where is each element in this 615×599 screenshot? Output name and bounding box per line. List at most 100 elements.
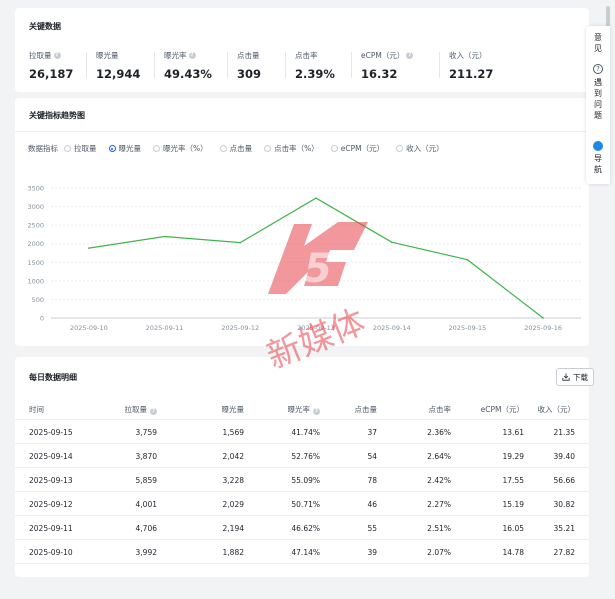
table-cell: 52.76% xyxy=(291,452,320,461)
x-tick-label: 2025-09-11 xyxy=(146,324,184,332)
column-header: 曝光率? xyxy=(287,404,320,415)
table-cell: 27.82 xyxy=(554,548,575,557)
data-point[interactable] xyxy=(315,197,317,199)
table-cell: 2025-09-15 xyxy=(29,428,73,437)
table-cell: 17.55 xyxy=(503,476,524,485)
key-metrics-title: 关键数据 xyxy=(29,22,61,31)
column-header-label: 曝光率 xyxy=(287,405,311,414)
table-cell: 13.61 xyxy=(503,428,524,437)
row-divider xyxy=(15,443,589,444)
table-cell: 39 xyxy=(367,548,377,557)
metric-value: 12,944 xyxy=(96,67,141,81)
cell-value: 2025-09-10 xyxy=(29,548,73,557)
y-tick-label: 2500 xyxy=(27,222,44,230)
column-header: 点击率 xyxy=(429,404,452,415)
help-icon[interactable]: ? xyxy=(313,408,320,415)
metric-value: 26,187 xyxy=(29,67,74,81)
cell-value: 47.14% xyxy=(291,548,320,557)
download-button[interactable]: 下载 xyxy=(556,368,594,386)
download-label: 下载 xyxy=(573,372,588,382)
table-cell: 30.82 xyxy=(554,500,575,509)
metric-label-text: 点击量 xyxy=(237,51,260,60)
column-header: 收入（元） xyxy=(538,404,576,415)
daily-detail-card: 每日数据明细 下载 时间 拉取量? 曝光量 曝光率? 点击量 点击率 eCPM（元） 收入（元… xyxy=(15,357,594,577)
table-cell: 2025-09-11 xyxy=(29,524,73,533)
table-cell: 2.42% xyxy=(427,476,451,485)
data-point[interactable] xyxy=(163,235,166,238)
data-point[interactable] xyxy=(239,241,242,244)
column-header: 曝光量 xyxy=(222,404,245,415)
cell-value: 55.09% xyxy=(291,476,320,485)
x-tick-label: 2025-09-14 xyxy=(373,324,411,332)
metric-label-text: 收入（元） xyxy=(449,51,487,60)
cell-value: 17.55 xyxy=(502,476,524,485)
cell-value: 2.42% xyxy=(427,476,451,485)
column-header-label: 拉取量 xyxy=(124,405,148,414)
help-icon[interactable]: ? xyxy=(150,408,157,415)
data-point[interactable] xyxy=(390,241,393,243)
table-cell: 56.66 xyxy=(554,476,575,485)
cell-value: 2025-09-15 xyxy=(29,428,73,437)
x-tick-label: 2025-09-16 xyxy=(524,324,562,332)
y-tick-label: 1000 xyxy=(27,277,44,285)
cell-value: 52.76% xyxy=(291,452,320,461)
table-cell: 78 xyxy=(367,476,377,485)
cell-value: 3,870 xyxy=(135,452,157,461)
metric-label-text: 曝光量 xyxy=(96,51,119,60)
table-cell: 55.09% xyxy=(291,476,320,485)
metric-label: 收入（元） xyxy=(449,50,493,61)
metric-separator xyxy=(439,52,440,78)
help-icon[interactable]: ? xyxy=(406,52,414,59)
floating-help-panel: 意见 ? 遇到问题 导航 xyxy=(586,26,610,184)
table-cell: 41.74% xyxy=(291,428,320,437)
table-cell: 3,870 xyxy=(136,452,157,461)
column-header-label: 点击率 xyxy=(428,405,452,414)
cell-value: 41.74% xyxy=(291,428,320,437)
metric-label: eCPM（元）? xyxy=(361,50,414,61)
data-point[interactable] xyxy=(542,317,544,319)
metric-4: 点击率 2.39% xyxy=(295,50,335,81)
help-link[interactable]: 遇到问题 xyxy=(594,77,603,121)
y-tick-label: 2000 xyxy=(27,240,44,248)
table-cell: 35.21 xyxy=(554,524,575,533)
column-header: eCPM（元） xyxy=(481,404,524,415)
table-cell: 37 xyxy=(367,428,377,437)
cell-value: 2,029 xyxy=(222,500,244,509)
metric-label-text: 点击率 xyxy=(295,51,318,60)
data-point[interactable] xyxy=(466,258,469,261)
table-cell: 50.71% xyxy=(291,500,320,509)
table-cell: 2025-09-13 xyxy=(29,476,73,485)
table-cell: 2,042 xyxy=(223,452,244,461)
table-cell: 5,859 xyxy=(136,476,157,485)
metric-value: 309 xyxy=(237,67,262,81)
table-cell: 3,759 xyxy=(136,428,157,437)
cell-value: 16.05 xyxy=(502,524,524,533)
cell-value: 2025-09-11 xyxy=(29,524,73,533)
download-icon xyxy=(562,373,570,381)
column-header-label: 时间 xyxy=(29,405,44,414)
metric-label: 点击量 xyxy=(237,50,261,61)
row-divider xyxy=(15,515,589,516)
metric-value: 49.43% xyxy=(164,67,212,81)
series-line xyxy=(88,197,544,319)
metric-3: 点击量 309 xyxy=(237,50,261,81)
metric-label-text: 拉取量 xyxy=(29,51,52,60)
help-icon[interactable]: ? xyxy=(53,52,61,59)
help-icon[interactable]: ? xyxy=(188,52,196,59)
column-header: 时间 xyxy=(29,404,44,415)
table-cell: 2.07% xyxy=(427,548,451,557)
cell-value: 2025-09-12 xyxy=(29,500,73,509)
cell-value: 35.21 xyxy=(553,524,575,533)
table-cell: 4,706 xyxy=(136,524,157,533)
metric-label: 曝光率? xyxy=(164,50,212,61)
cell-value: 55 xyxy=(367,524,377,533)
table-cell: 1,569 xyxy=(223,428,244,437)
data-point[interactable] xyxy=(88,247,90,249)
feedback-link[interactable]: 意见 xyxy=(594,32,603,54)
nav-link[interactable]: 导航 xyxy=(594,153,603,175)
column-header-label: 点击量 xyxy=(354,405,378,414)
table-cell: 2025-09-12 xyxy=(29,500,73,509)
table-cell: 15.19 xyxy=(503,500,524,509)
y-tick-label: 1500 xyxy=(27,259,44,267)
cell-value: 14.78 xyxy=(502,548,524,557)
